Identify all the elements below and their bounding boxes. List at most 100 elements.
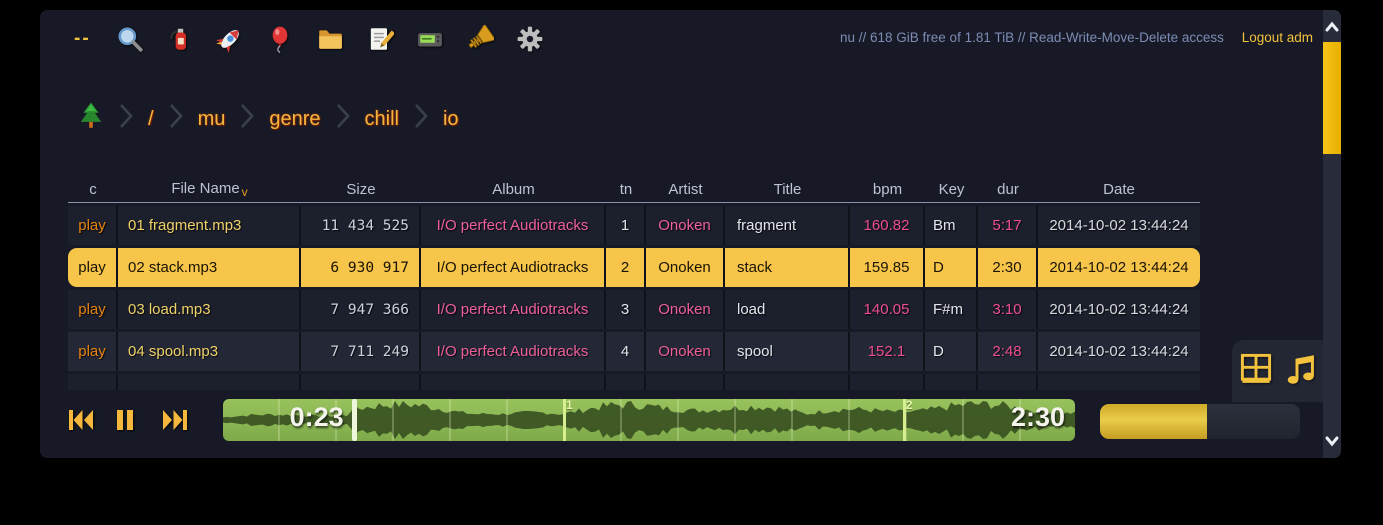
- page: --: [0, 0, 1383, 525]
- cell-size: 11 434 525: [301, 206, 421, 245]
- cell-album: I/O perfect Audiotracks: [421, 290, 606, 329]
- scrollbar[interactable]: [1323, 10, 1341, 458]
- memo-icon[interactable]: [365, 24, 395, 54]
- folder-icon[interactable]: [315, 24, 345, 54]
- cell-key: D: [925, 332, 978, 371]
- cell-date: 2014-10-02 13:44:24: [1038, 290, 1200, 329]
- cell-c[interactable]: play: [68, 332, 118, 371]
- tree-icon[interactable]: [76, 100, 106, 138]
- cue-marker[interactable]: 2: [903, 399, 906, 441]
- column-header[interactable]: Key: [925, 181, 978, 198]
- previous-track-button[interactable]: [68, 408, 94, 432]
- table-view-icon[interactable]: [1239, 351, 1273, 392]
- column-header[interactable]: dur: [978, 181, 1038, 198]
- statusbar: nu // 618 GiB free of 1.81 TiB // Read-W…: [840, 30, 1313, 45]
- cell-size: 7 711 249: [301, 332, 421, 371]
- cell-file_name[interactable]: 03 load.mp3: [118, 290, 301, 329]
- view-switcher: [1232, 340, 1323, 402]
- cell-tn: 1: [606, 206, 646, 245]
- cell-file_name[interactable]: 04 spool.mp3: [118, 332, 301, 371]
- cell-title: spool: [725, 332, 850, 371]
- music-view-icon[interactable]: [1285, 352, 1317, 391]
- cell-c[interactable]: play: [68, 248, 118, 287]
- total-time: 2:30: [1011, 402, 1065, 433]
- breadcrumb-item[interactable]: chill: [363, 108, 401, 131]
- scroll-up-icon[interactable]: [1323, 14, 1341, 40]
- waveform-gridlines: [223, 399, 1075, 441]
- pause-button[interactable]: [115, 408, 141, 432]
- cell-file_name[interactable]: 01 fragment.mp3: [118, 206, 301, 245]
- table-row[interactable]: play01 fragment.mp311 434 525I/O perfect…: [68, 206, 1200, 245]
- scroll-down-icon[interactable]: [1323, 428, 1341, 454]
- next-track-button[interactable]: [162, 408, 188, 432]
- cell-artist: Onoken: [646, 206, 725, 245]
- breadcrumb-item[interactable]: io: [441, 108, 461, 131]
- column-header[interactable]: Size: [301, 181, 421, 198]
- cell-album: I/O perfect Audiotracks: [421, 332, 606, 371]
- table-row: [68, 374, 1200, 390]
- file-table: cFile NamevSizeAlbumtnArtistTitlebpmKeyd…: [68, 176, 1200, 390]
- cell-album: I/O perfect Audiotracks: [421, 248, 606, 287]
- breadcrumb-item[interactable]: genre: [267, 108, 322, 131]
- column-header[interactable]: tn: [606, 181, 646, 198]
- trumpet-icon[interactable]: [465, 24, 495, 54]
- gear-icon[interactable]: [515, 24, 545, 54]
- column-header[interactable]: Album: [421, 181, 606, 198]
- rocket-icon[interactable]: [215, 24, 245, 54]
- table-row[interactable]: play02 stack.mp36 930 917I/O perfect Aud…: [68, 248, 1200, 287]
- chevron-right-icon: [166, 102, 186, 136]
- cell-bpm: 159.85: [850, 248, 925, 287]
- column-header[interactable]: File Namev: [118, 180, 301, 199]
- cell-key: Bm: [925, 206, 978, 245]
- scrollbar-thumb[interactable]: [1323, 42, 1341, 154]
- cell-file_name[interactable]: 02 stack.mp3: [118, 248, 301, 287]
- cell-bpm: 140.05: [850, 290, 925, 329]
- column-header[interactable]: bpm: [850, 181, 925, 198]
- pager-icon[interactable]: [415, 24, 445, 54]
- breadcrumb-item[interactable]: mu: [196, 108, 228, 131]
- chevron-right-icon: [333, 102, 353, 136]
- cell-dur: 2:48: [978, 332, 1038, 371]
- fire-extinguisher-icon[interactable]: [165, 24, 195, 54]
- waveform-seekbar[interactable]: 1 2 0:23 2:30: [223, 399, 1075, 441]
- table-body: play01 fragment.mp311 434 525I/O perfect…: [68, 206, 1200, 390]
- cell-c[interactable]: play: [68, 290, 118, 329]
- table-row[interactable]: play04 spool.mp37 711 249I/O perfect Aud…: [68, 332, 1200, 371]
- toolbar: --: [70, 24, 545, 54]
- table-header: cFile NamevSizeAlbumtnArtistTitlebpmKeyd…: [68, 176, 1200, 203]
- table-row[interactable]: play03 load.mp37 947 366I/O perfect Audi…: [68, 290, 1200, 329]
- cell-title: fragment: [725, 206, 850, 245]
- cell-tn: 4: [606, 332, 646, 371]
- column-header[interactable]: Date: [1038, 181, 1200, 198]
- volume-fill: [1100, 404, 1207, 439]
- balloon-icon[interactable]: [265, 24, 295, 54]
- app-window: --: [40, 10, 1341, 458]
- column-header[interactable]: c: [68, 181, 118, 198]
- player-controls: [68, 408, 188, 432]
- cell-bpm: 152.1: [850, 332, 925, 371]
- cell-c[interactable]: play: [68, 206, 118, 245]
- overflow-menu-button[interactable]: --: [70, 28, 95, 50]
- cue-label: 1: [566, 399, 573, 412]
- sort-indicator-icon: v: [242, 185, 248, 199]
- storage-status: nu // 618 GiB free of 1.81 TiB // Read-W…: [840, 30, 1224, 45]
- cue-label: 2: [906, 399, 913, 412]
- cell-size: 6 930 917: [301, 248, 421, 287]
- cue-marker[interactable]: 1: [563, 399, 566, 441]
- cell-date: 2014-10-02 13:44:24: [1038, 248, 1200, 287]
- cell-tn: 2: [606, 248, 646, 287]
- cell-key: D: [925, 248, 978, 287]
- breadcrumb-item[interactable]: /: [146, 108, 156, 131]
- cell-dur: 2:30: [978, 248, 1038, 287]
- volume-slider[interactable]: [1100, 404, 1300, 439]
- cell-key: F#m: [925, 290, 978, 329]
- search-icon[interactable]: [115, 24, 145, 54]
- current-time: 0:23: [264, 402, 344, 433]
- column-header[interactable]: Artist: [646, 181, 725, 198]
- cell-dur: 3:10: [978, 290, 1038, 329]
- column-header[interactable]: Title: [725, 181, 850, 198]
- breadcrumb: / mu genre chill io: [76, 100, 461, 138]
- playhead[interactable]: [352, 399, 357, 441]
- logout-link[interactable]: Logout adm: [1242, 30, 1313, 45]
- cell-date: 2014-10-02 13:44:24: [1038, 332, 1200, 371]
